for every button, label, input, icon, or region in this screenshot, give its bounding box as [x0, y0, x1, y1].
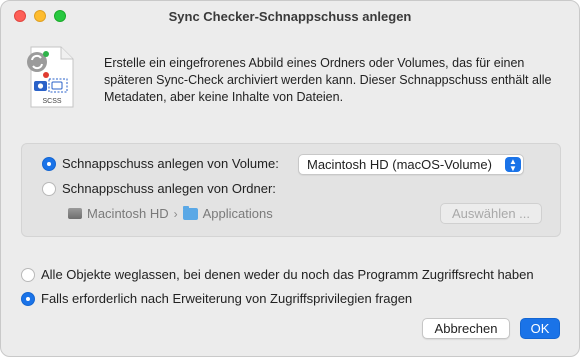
minimize-window-button[interactable] [34, 10, 46, 22]
omit-objects-label: Alle Objekte weglassen, bei denen weder … [41, 267, 534, 282]
close-window-button[interactable] [14, 10, 26, 22]
volume-select-value: Macintosh HD (macOS-Volume) [307, 157, 492, 172]
omit-objects-option[interactable]: Alle Objekte weglassen, bei denen weder … [21, 267, 534, 282]
ok-button[interactable]: OK [520, 318, 560, 339]
window-title: Sync Checker-Schnappschuss anlegen [168, 8, 412, 24]
choose-folder-button[interactable]: Auswählen ... [440, 203, 542, 224]
folder-path: Macintosh HD › Applications [68, 205, 273, 221]
document-icon-label: SCSS [42, 98, 61, 105]
path-volume: Macintosh HD [87, 206, 169, 221]
select-stepper-icon: ▲ ▼ [505, 157, 521, 173]
window-controls [14, 10, 66, 22]
intro-text: Erstelle ein eingefrorenes Abbild eines … [104, 56, 552, 104]
volume-option[interactable]: Schnappschuss anlegen von Volume: [42, 156, 279, 171]
volume-option-label: Schnappschuss anlegen von Volume: [62, 156, 279, 171]
folder-option-label: Schnappschuss anlegen von Ordner: [62, 181, 276, 196]
path-separator: › [173, 206, 178, 221]
path-folder: Applications [202, 206, 273, 221]
omit-objects-radio[interactable] [21, 267, 35, 282]
volume-select[interactable]: Macintosh HD (macOS-Volume) ▲ ▼ [298, 154, 524, 175]
cancel-button[interactable]: Abbrechen [422, 318, 510, 339]
ask-privileges-radio[interactable] [21, 291, 35, 306]
folder-radio[interactable] [42, 181, 56, 196]
ask-privileges-label: Falls erforderlich nach Erweiterung von … [41, 291, 413, 306]
dialog-window: Sync Checker-Schnappschuss anlegen SCSS … [0, 0, 580, 357]
snapshot-document-icon: SCSS [27, 46, 74, 108]
zoom-window-button[interactable] [54, 10, 66, 22]
ask-privileges-option[interactable]: Falls erforderlich nach Erweiterung von … [21, 291, 412, 306]
folder-icon [182, 205, 198, 220]
folder-option[interactable]: Schnappschuss anlegen von Ordner: [42, 181, 276, 196]
volume-radio[interactable] [42, 156, 56, 171]
hard-drive-icon [68, 208, 82, 219]
title-bar: Sync Checker-Schnappschuss anlegen [1, 1, 579, 31]
source-options-group: Schnappschuss anlegen von Volume: Macint… [21, 143, 561, 237]
